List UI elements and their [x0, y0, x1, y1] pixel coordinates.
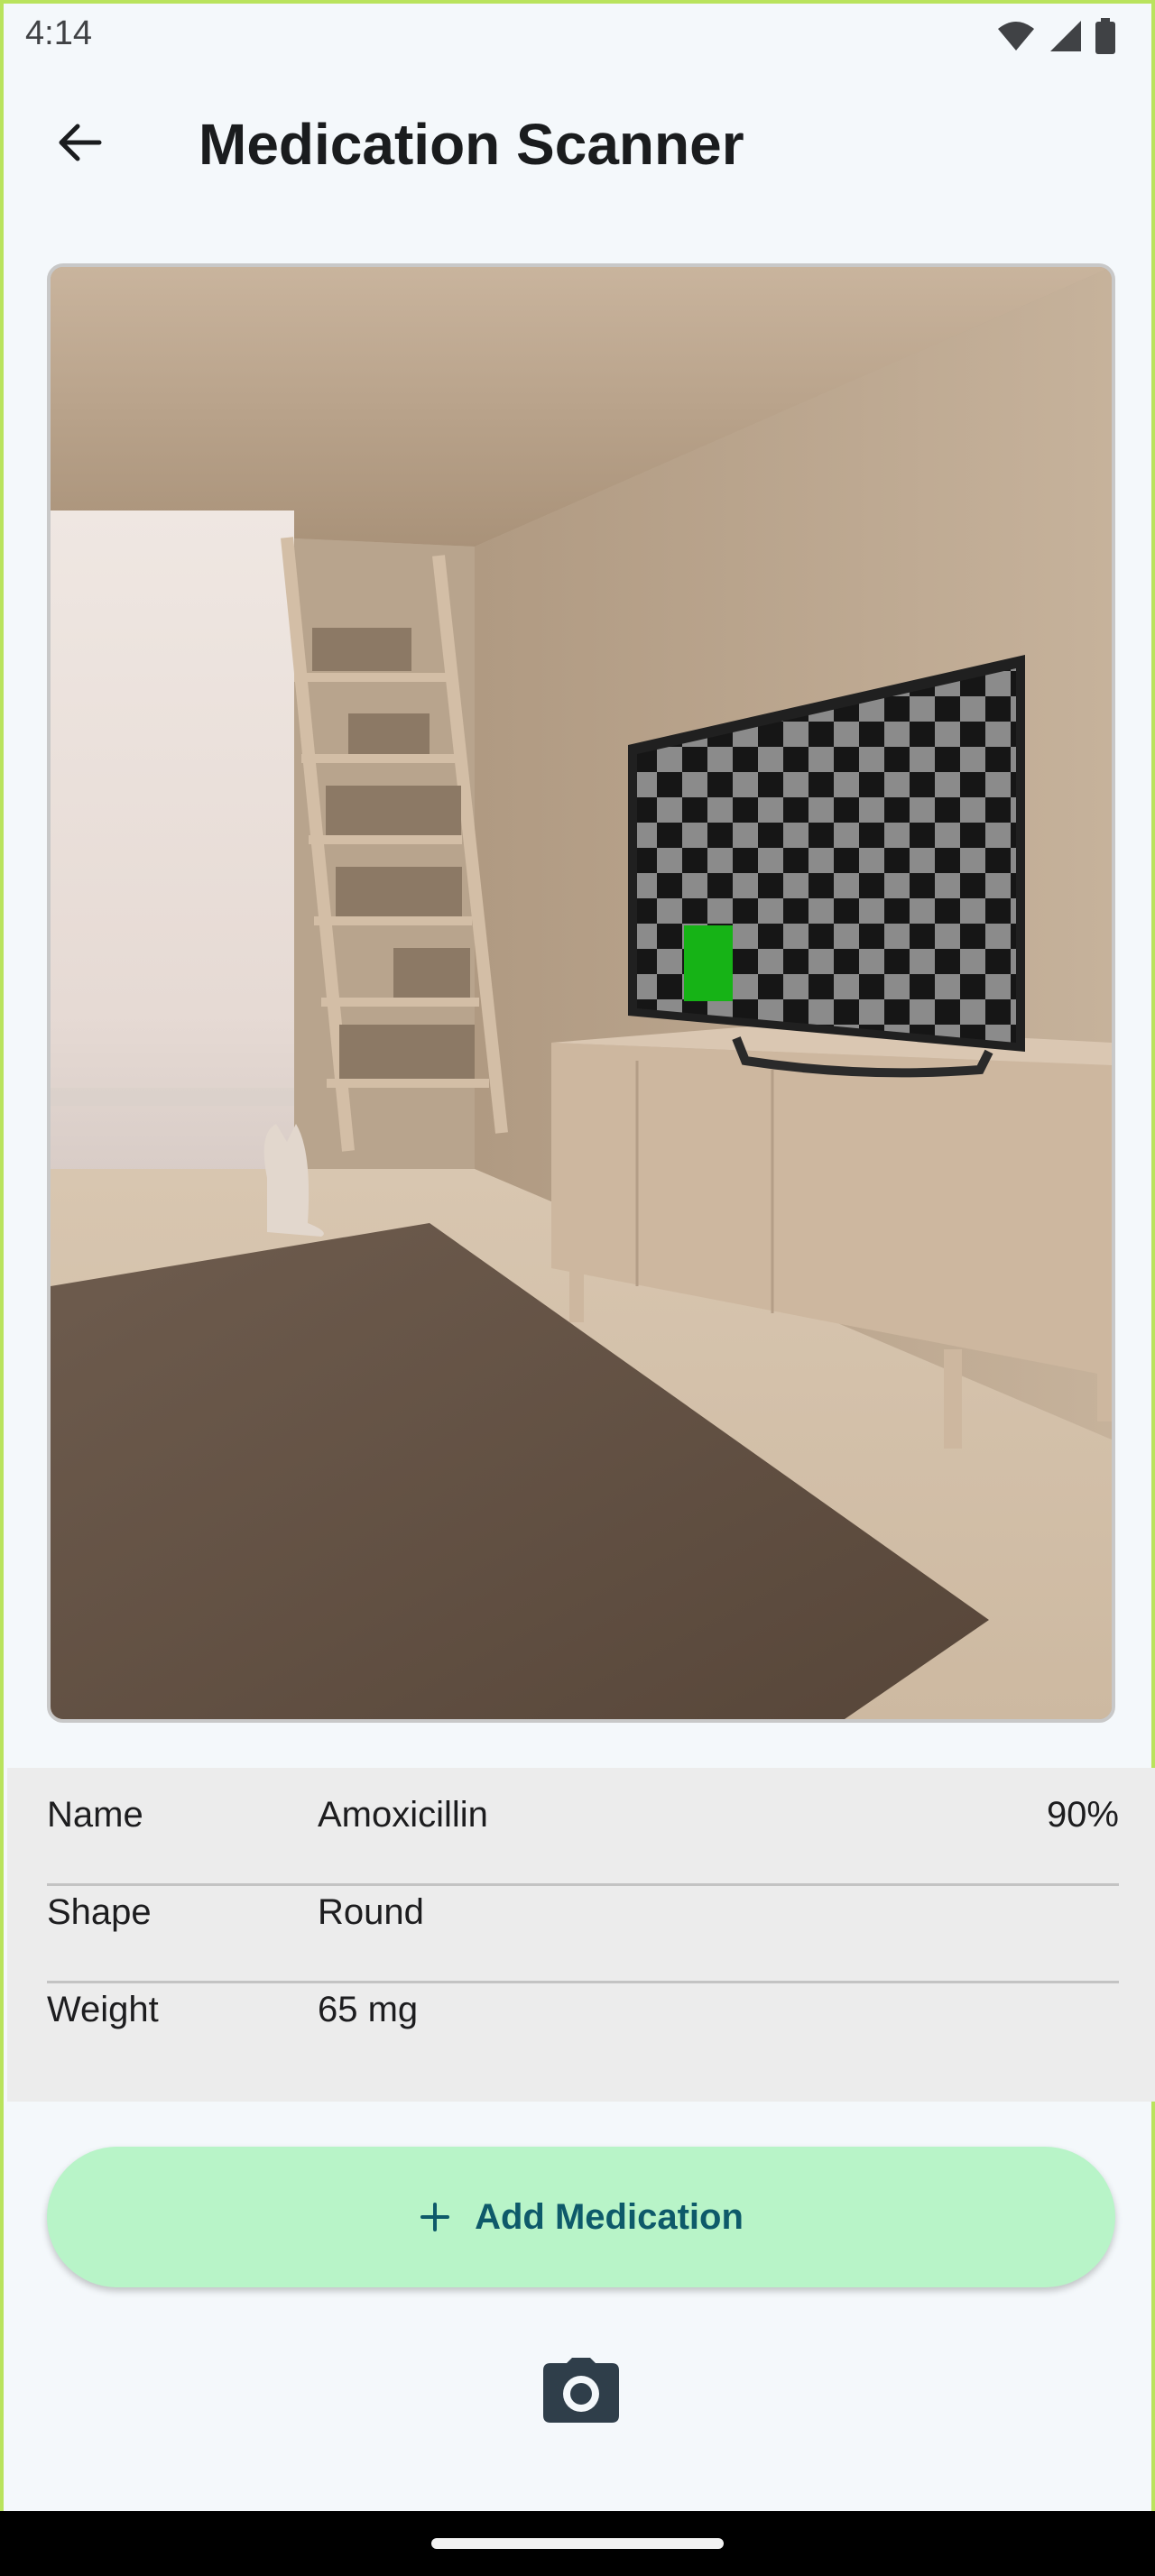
add-medication-button[interactable]: Add Medication [47, 2147, 1115, 2287]
status-time: 4:14 [25, 14, 92, 52]
status-icons [996, 16, 1115, 56]
detail-row-shape: Shape Round [47, 1865, 1119, 1963]
app-bar: Medication Scanner [4, 69, 1155, 220]
navigation-bar [0, 2511, 1155, 2576]
signal-icon [1050, 21, 1081, 51]
detail-label: Shape [47, 1892, 152, 1932]
confidence-value: 90% [1046, 1795, 1119, 1835]
wifi-icon [998, 22, 1034, 51]
detail-label: Name [47, 1795, 143, 1835]
add-medication-label: Add Medication [475, 2196, 744, 2237]
detail-value: 65 mg [318, 1990, 419, 2029]
arrow-back-icon [59, 124, 102, 161]
app-frame: 4:14 Medication Scanner Name Amoxicillin… [0, 0, 1155, 2511]
detail-label: Weight [47, 1990, 159, 2029]
camera-button[interactable] [541, 2356, 621, 2424]
detail-row-name: Name Amoxicillin 90% [47, 1768, 1119, 1865]
status-bar: 4:14 [4, 4, 1155, 69]
page-title: Medication Scanner [199, 112, 744, 177]
plus-icon [420, 2203, 450, 2231]
battery-icon [1095, 18, 1115, 54]
medication-details: Name Amoxicillin 90% Shape Round Weight … [7, 1768, 1155, 2102]
detail-row-weight: Weight 65 mg [47, 1963, 1119, 2060]
scan-preview [47, 263, 1115, 1723]
detail-value: Round [318, 1892, 424, 1932]
detection-highlight [684, 925, 733, 1001]
camera-preview-image [51, 267, 1112, 1719]
back-button[interactable] [43, 106, 116, 179]
camera-icon [543, 2358, 619, 2423]
home-gesture-handle[interactable] [431, 2538, 724, 2549]
detail-value: Amoxicillin [318, 1795, 488, 1835]
